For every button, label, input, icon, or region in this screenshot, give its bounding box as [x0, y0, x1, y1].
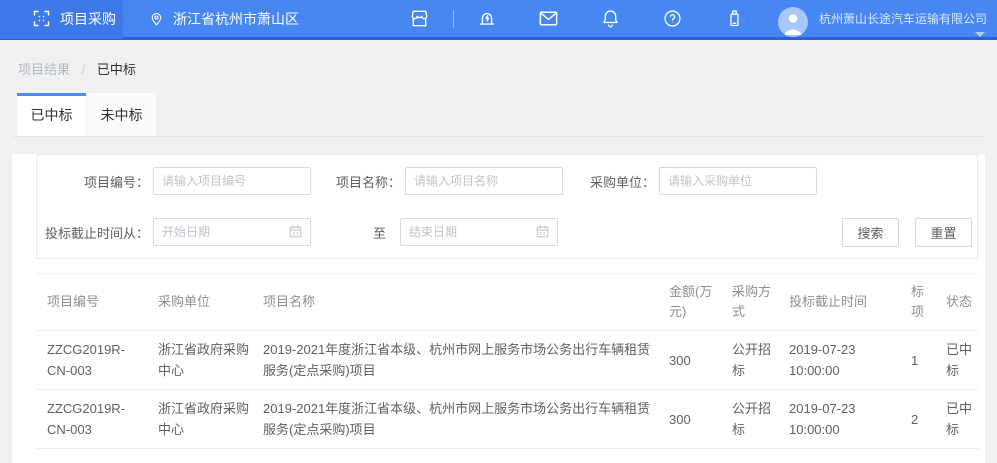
- cell-deadline: 2019-07-23 10:00:00: [781, 390, 901, 449]
- user-info: 杭州萧山长途汽车运输有限公司: [819, 6, 987, 37]
- end-date-input[interactable]: [400, 218, 558, 246]
- project-name-input[interactable]: [405, 167, 563, 195]
- cell-buyer: 浙江省政府采购中心: [151, 390, 255, 449]
- cell-method: 公开招标: [724, 331, 781, 390]
- avatar: [778, 7, 808, 37]
- search-form: 项目编号： 项目名称： 采购单位： 投标截止时间从：: [36, 154, 978, 259]
- table-header-row: 项目编号 采购单位 项目名称 金额(万元) 采购方式 投标截止时间 标项 状态: [36, 274, 978, 331]
- end-date-field: [400, 218, 558, 246]
- app-title: 项目采购: [60, 9, 116, 29]
- cell-project-name: 2019-2021年度浙江省本级、杭州市网上服务市场公务出行车辆租赁服务(定点采…: [255, 331, 661, 390]
- form-buttons: 搜索 重置: [842, 218, 972, 247]
- location-text: 浙江省杭州市萧山区: [173, 9, 299, 29]
- tab-strip: 已中标 未中标: [12, 93, 985, 137]
- cell-buyer: 浙江省政府采购中心: [151, 331, 255, 390]
- col-buyer: 采购单位: [151, 274, 255, 331]
- col-method: 采购方式: [724, 274, 781, 331]
- cell-amount: 300: [661, 390, 724, 449]
- cell-method: 公开招标: [724, 390, 781, 449]
- breadcrumb-current: 已中标: [97, 62, 136, 77]
- breadcrumb-parent[interactable]: 项目结果: [18, 62, 70, 77]
- top-header: 项目采购 浙江省杭州市萧山区: [0, 0, 997, 40]
- col-project-name: 项目名称: [255, 274, 661, 331]
- form-row-2: 投标截止时间从： 至: [37, 218, 977, 246]
- col-item: 标项: [901, 274, 938, 331]
- alarm-icon[interactable]: [475, 7, 499, 31]
- col-project-code: 项目编号: [36, 274, 151, 331]
- cell-amount: 300: [661, 331, 724, 390]
- location-selector[interactable]: 浙江省杭州市萧山区: [148, 9, 299, 29]
- app-logo[interactable]: 项目采购: [0, 0, 123, 39]
- deadline-from-label: 投标截止时间从：: [37, 223, 149, 242]
- mail-icon[interactable]: [537, 7, 561, 31]
- location-pin-icon: [148, 10, 165, 27]
- main-content: 已中标 未中标 项目编号： 项目名称： 采购单位： 投标截止时间从：: [12, 93, 985, 463]
- breadcrumb-separator: /: [82, 62, 86, 77]
- status-badge: 已中标: [938, 390, 978, 449]
- user-menu[interactable]: 杭州萧山长途汽车运输有限公司: [766, 0, 997, 37]
- buyer-input[interactable]: [659, 167, 817, 195]
- chevron-down-icon: [975, 32, 985, 37]
- results-panel: 项目编号： 项目名称： 采购单位： 投标截止时间从：: [12, 154, 985, 463]
- cell-item: 2: [901, 390, 938, 449]
- form-row-1: 项目编号： 项目名称： 采购单位：: [37, 167, 977, 195]
- col-amount: 金额(万元): [661, 274, 724, 331]
- cell-item: 1: [901, 331, 938, 390]
- project-name-label: 项目名称：: [327, 172, 401, 191]
- store-icon[interactable]: [408, 7, 432, 31]
- start-date-input[interactable]: [153, 218, 311, 246]
- bell-icon[interactable]: [599, 7, 623, 31]
- table-row[interactable]: ZZCG2019R-CN-003 浙江省政府采购中心 2019-2021年度浙江…: [36, 390, 978, 449]
- tab-won[interactable]: 已中标: [17, 93, 86, 136]
- col-deadline: 投标截止时间: [781, 274, 901, 331]
- to-label: 至: [373, 223, 386, 242]
- project-code-input[interactable]: [153, 167, 311, 195]
- mobile-device-icon[interactable]: [723, 7, 747, 31]
- status-badge: 已中标: [938, 331, 978, 390]
- breadcrumb: 项目结果 / 已中标: [0, 40, 997, 93]
- help-icon[interactable]: [661, 7, 685, 31]
- scan-logo-icon: [31, 8, 52, 29]
- search-button[interactable]: 搜索: [842, 218, 899, 247]
- cell-deadline: 2019-07-23 10:00:00: [781, 331, 901, 390]
- table-row[interactable]: ZZCG2019R-CN-003 浙江省政府采购中心 2019-2021年度浙江…: [36, 331, 978, 390]
- cell-project-name: 2019-2021年度浙江省本级、杭州市网上服务市场公务出行车辆租赁服务(定点采…: [255, 390, 661, 449]
- project-code-label: 项目编号：: [37, 172, 149, 191]
- cell-project-code: ZZCG2019R-CN-003: [36, 331, 151, 390]
- col-status: 状态: [938, 274, 978, 331]
- tab-not-won[interactable]: 未中标: [87, 93, 156, 136]
- header-divider: [453, 10, 454, 28]
- reset-button[interactable]: 重置: [915, 218, 972, 247]
- cell-project-code: ZZCG2019R-CN-003: [36, 390, 151, 449]
- buyer-label: 采购单位：: [579, 172, 655, 191]
- results-table: 项目编号 采购单位 项目名称 金额(万元) 采购方式 投标截止时间 标项 状态 …: [36, 273, 978, 449]
- start-date-field: [153, 218, 311, 246]
- company-name: 杭州萧山长途汽车运输有限公司: [819, 10, 987, 27]
